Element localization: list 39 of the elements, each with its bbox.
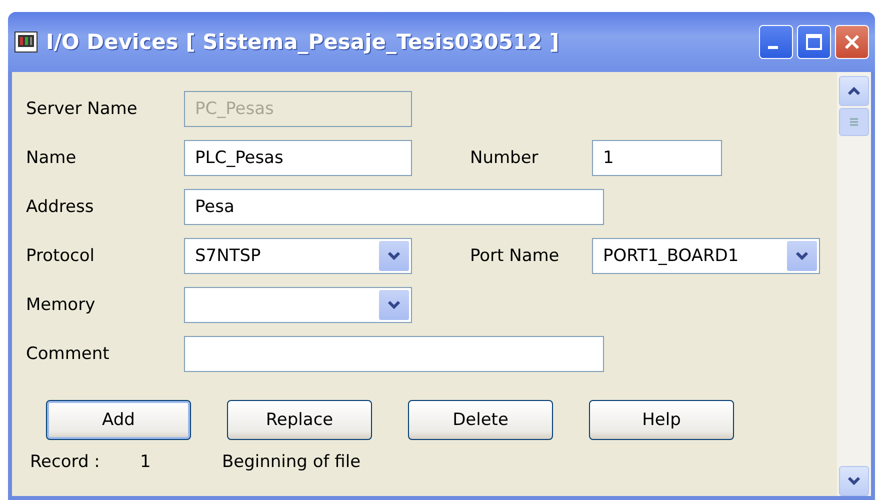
record-position: Beginning of file (222, 452, 361, 472)
chevron-down-icon (847, 476, 861, 486)
minimize-icon (768, 46, 778, 48)
scroll-up-button[interactable] (839, 76, 869, 106)
close-button[interactable] (835, 25, 869, 59)
window-app-icon (14, 31, 38, 53)
text-field[interactable] (184, 336, 604, 372)
text-field[interactable]: Pesa (184, 188, 604, 224)
field-label: Port Name (470, 246, 560, 266)
field-label: Address (26, 196, 95, 216)
maximize-icon (805, 33, 823, 51)
field-label: Server Name (26, 98, 138, 118)
field-label: Comment (26, 344, 110, 364)
dialog-button[interactable]: Help (589, 400, 734, 440)
text-field[interactable]: PLC_Pesas (184, 140, 412, 176)
dropdown-field[interactable]: S7NTSP (184, 238, 412, 274)
text-field[interactable]: 1 (592, 140, 722, 176)
field-label: Protocol (26, 246, 96, 266)
window-title: I/O Devices [ Sistema_Pesaje_Tesis030512 ] (46, 30, 560, 54)
minimize-button[interactable] (759, 25, 793, 59)
dropdown-value: PORT1_BOARD1 (603, 246, 739, 266)
dialog-button[interactable]: Delete (408, 400, 553, 440)
field-label: Memory (26, 294, 96, 314)
dialog-button[interactable]: Replace (227, 400, 372, 440)
maximize-button[interactable] (797, 25, 831, 59)
scroll-thumb[interactable] (839, 108, 869, 136)
dropdown-field[interactable] (184, 286, 412, 322)
field-label: Name (26, 148, 78, 168)
record-label: Record : (30, 452, 101, 472)
record-number: 1 (140, 452, 152, 472)
dialog-button[interactable]: Add (46, 400, 191, 440)
grip-icon (849, 117, 859, 127)
vertical-scrollbar[interactable] (837, 72, 871, 496)
dropdown-field[interactable]: PORT1_BOARD1 (592, 238, 820, 274)
chevron-up-icon (847, 86, 861, 96)
scroll-down-button[interactable] (839, 466, 869, 496)
dropdown-value: S7NTSP (195, 246, 261, 266)
close-icon (843, 33, 861, 51)
field-label: Number (470, 148, 540, 168)
